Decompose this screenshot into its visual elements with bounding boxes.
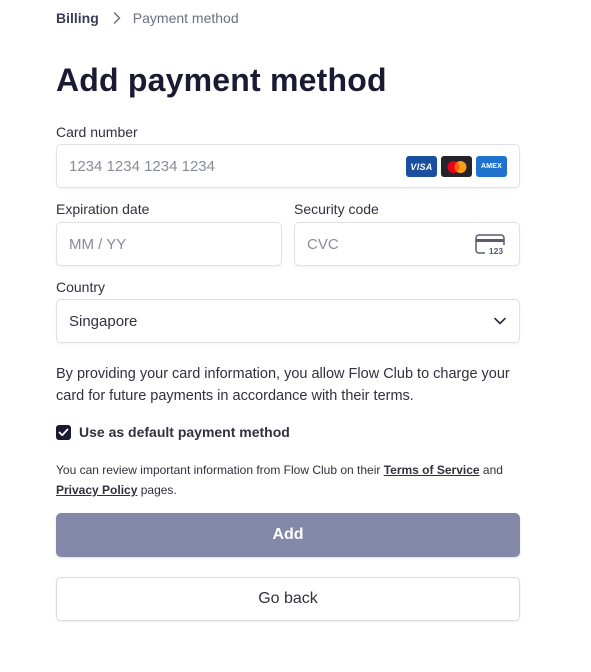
expiration-label: Expiration date <box>56 201 150 217</box>
breadcrumb: Billing Payment method <box>56 9 239 27</box>
mastercard-icon <box>441 156 472 177</box>
default-payment-label[interactable]: Use as default payment method <box>79 424 290 440</box>
checkmark-icon <box>58 428 69 436</box>
country-select[interactable]: Singapore <box>56 299 520 343</box>
cvc-card-icon: 123 <box>475 234 507 260</box>
default-payment-row: Use as default payment method <box>56 424 290 440</box>
terms-of-service-link[interactable]: Terms of Service <box>384 463 480 477</box>
country-value: Singapore <box>69 312 138 330</box>
consent-text: By providing your card information, you … <box>56 366 510 404</box>
chevron-down-icon <box>493 314 507 332</box>
card-number-label: Card number <box>56 124 138 140</box>
breadcrumb-billing-link[interactable]: Billing <box>56 10 99 26</box>
legal-and: and <box>482 463 503 477</box>
legal-prefix: You can review important information fro… <box>56 463 381 477</box>
security-code-input[interactable]: CVC 123 <box>294 222 520 266</box>
privacy-policy-link[interactable]: Privacy Policy <box>56 483 137 497</box>
chevron-right-icon <box>113 12 121 24</box>
expiration-input[interactable]: MM / YY <box>56 222 282 266</box>
card-brands: VISA AMEX <box>406 156 507 177</box>
card-number-input[interactable]: 1234 1234 1234 1234 VISA AMEX <box>56 144 520 188</box>
page-title: Add payment method <box>56 62 387 98</box>
breadcrumb-current: Payment method <box>132 10 239 26</box>
security-code-placeholder: CVC <box>307 235 339 253</box>
add-button[interactable]: Add <box>56 513 520 557</box>
go-back-button[interactable]: Go back <box>56 577 520 621</box>
amex-icon: AMEX <box>476 156 507 177</box>
default-payment-checkbox[interactable] <box>56 424 71 440</box>
legal-suffix: pages. <box>140 483 177 497</box>
legal-text: You can review important information fro… <box>56 460 526 500</box>
security-code-label: Security code <box>294 201 379 217</box>
expiration-placeholder: MM / YY <box>69 235 127 253</box>
visa-icon: VISA <box>406 156 437 177</box>
card-number-placeholder: 1234 1234 1234 1234 <box>69 157 215 175</box>
country-label: Country <box>56 279 106 295</box>
cvc-icon-text: 123 <box>489 246 503 256</box>
payment-method-page: Billing Payment method Add payment metho… <box>0 0 591 672</box>
